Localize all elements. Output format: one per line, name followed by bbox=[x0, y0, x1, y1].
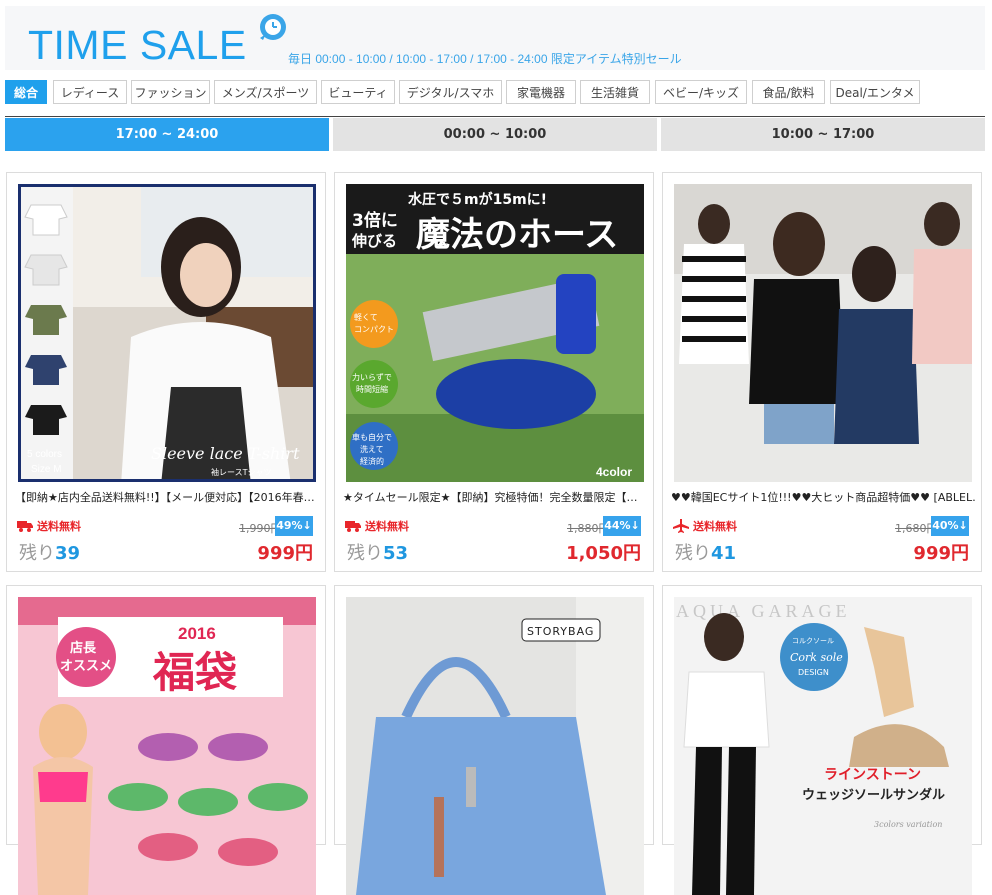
tab-category-digital[interactable]: デジタル/スマホ bbox=[399, 80, 502, 104]
image-badge-cork-en: Cork sole bbox=[790, 651, 843, 664]
remaining-count: 41 bbox=[711, 543, 737, 564]
alarm-clock-icon bbox=[260, 14, 286, 40]
tab-time-00-10[interactable]: 00:00 ~ 10:00 bbox=[333, 118, 657, 151]
product-image[interactable]: AQUA GARAGE コルクソール Cork sole DESIGN ラインス… bbox=[674, 597, 972, 895]
product-name[interactable]: 【即納★店内全品送料無料!!】【メール便対応】【2016年春… bbox=[15, 489, 319, 505]
image-label-colors: 5 colors bbox=[27, 449, 62, 460]
shipping-label: 送料無料 bbox=[365, 520, 409, 533]
tab-category-fashion[interactable]: ファッション bbox=[131, 80, 210, 104]
sale-schedule-text: 毎日 00:00 - 10:00 / 10:00 - 17:00 / 17:00… bbox=[288, 52, 682, 66]
image-badge-cork: コルクソール bbox=[792, 637, 834, 645]
image-text-wedge-sandal: ウェッジソールサンダル bbox=[802, 787, 945, 803]
tab-category-food[interactable]: 食品/飲料 bbox=[752, 80, 825, 104]
product-card[interactable]: 5 colors Size M Sleeve lace T-shirt 袖レース… bbox=[6, 172, 326, 572]
image-text-extend: 伸びる bbox=[351, 232, 397, 250]
remaining-stock: 残り53 bbox=[347, 539, 408, 565]
svg-text:オススメ: オススメ bbox=[60, 659, 112, 674]
tab-category-ladies[interactable]: レディース bbox=[53, 80, 127, 104]
remaining-count: 53 bbox=[383, 543, 409, 564]
product-card[interactable]: 店長 オススメ 2016 福袋 bbox=[6, 585, 326, 895]
shipping-label: 送料無料 bbox=[693, 520, 737, 533]
page-title: TIME SALE bbox=[28, 22, 247, 68]
remaining-stock: 残り39 bbox=[19, 539, 80, 565]
tab-time-10-17[interactable]: 10:00 ~ 17:00 bbox=[661, 118, 985, 151]
image-caption: 袖レースTシャツ bbox=[211, 467, 272, 477]
svg-text:コンパクト: コンパクト bbox=[354, 325, 394, 334]
remaining-label: 残り bbox=[675, 543, 711, 564]
remaining-label: 残り bbox=[19, 543, 55, 564]
tab-category-baby-kids[interactable]: ベビー/キッズ bbox=[655, 80, 747, 104]
badge-economical: 車も自分で bbox=[352, 432, 392, 442]
image-text-variation: 3colors variation bbox=[874, 820, 942, 829]
badge-time-saving: 力いらずで bbox=[352, 372, 392, 382]
time-sale-header: TIME SALE 毎日 00:00 - 10:00 / 10:00 - 17:… bbox=[5, 6, 985, 70]
product-image[interactable]: 店長 オススメ 2016 福袋 bbox=[18, 597, 316, 895]
tab-category-appliances[interactable]: 家電機器 bbox=[506, 80, 576, 104]
image-script-text: Sleeve lace T-shirt bbox=[151, 444, 300, 463]
tab-category-household[interactable]: 生活雑貨 bbox=[580, 80, 650, 104]
discount-badge: 44%↓ bbox=[603, 516, 641, 536]
image-brand: AQUA GARAGE bbox=[676, 601, 851, 621]
discount-value: 49%↓ bbox=[276, 517, 312, 535]
discount-value: 40%↓ bbox=[932, 517, 968, 535]
remaining-count: 39 bbox=[55, 543, 81, 564]
discount-badge: 49%↓ bbox=[275, 516, 313, 536]
image-text-magic-hose: 魔法のホース bbox=[416, 215, 618, 255]
image-tag-manager-pick: 店長 bbox=[70, 640, 97, 656]
sale-price: 1,050円 bbox=[566, 543, 641, 564]
badge-light-compact: 軽くて bbox=[354, 313, 378, 322]
tab-category-deal[interactable]: Deal/エンタメ bbox=[830, 80, 920, 104]
product-image[interactable]: 水圧で５mが15mに! 3倍に 伸びる 魔法のホース 軽くて コンパクト 力いら… bbox=[346, 184, 644, 482]
tab-time-17-24[interactable]: 17:00 ~ 24:00 bbox=[5, 118, 329, 151]
shipping-badge: 送料無料 bbox=[17, 518, 81, 534]
image-color-count: 4color bbox=[596, 465, 632, 479]
image-badge-design: DESIGN bbox=[798, 668, 829, 677]
product-card[interactable]: 水圧で５mが15mに! 3倍に 伸びる 魔法のホース 軽くて コンパクト 力いら… bbox=[334, 172, 654, 572]
image-text-3x: 3倍に bbox=[352, 210, 398, 231]
airplane-icon bbox=[673, 519, 689, 533]
image-year: 2016 bbox=[178, 624, 216, 643]
image-label-size: Size M bbox=[31, 464, 62, 475]
svg-text:洗えて: 洗えて bbox=[360, 444, 384, 454]
remaining-stock: 残り41 bbox=[675, 539, 736, 565]
tab-category-mens-sports[interactable]: メンズ/スポーツ bbox=[214, 80, 317, 104]
product-card[interactable]: ♥♥韓国ECサイト1位!!!♥♥大ヒット商品超特価♥♥ [ABLEL… 送料無料… bbox=[662, 172, 982, 572]
image-lucky-bag-text: 福袋 bbox=[152, 648, 237, 697]
sale-price: 999円 bbox=[257, 543, 313, 564]
product-image[interactable]: 5 colors Size M Sleeve lace T-shirt 袖レース… bbox=[18, 184, 316, 482]
tab-category-beauty[interactable]: ビューティ bbox=[321, 80, 395, 104]
product-card[interactable]: STORYBAG bbox=[334, 585, 654, 895]
product-name[interactable]: ♥♥韓国ECサイト1位!!!♥♥大ヒット商品超特価♥♥ [ABLEL… bbox=[671, 489, 975, 505]
shipping-badge: 送料無料 bbox=[345, 518, 409, 534]
truck-icon bbox=[345, 521, 361, 532]
image-text-rhinestone: ラインストーン bbox=[824, 767, 921, 783]
product-card[interactable]: AQUA GARAGE コルクソール Cork sole DESIGN ラインス… bbox=[662, 585, 982, 895]
sale-price: 999円 bbox=[913, 543, 969, 564]
image-brand-label: STORYBAG bbox=[527, 625, 594, 638]
time-slot-tabs: 17:00 ~ 24:00 00:00 ~ 10:00 10:00 ~ 17:0… bbox=[5, 116, 985, 151]
product-image[interactable] bbox=[674, 184, 972, 482]
shipping-badge: 送料無料 bbox=[673, 518, 737, 534]
product-image[interactable]: STORYBAG bbox=[346, 597, 644, 895]
discount-badge: 40%↓ bbox=[931, 516, 969, 536]
discount-value: 44%↓ bbox=[604, 517, 640, 535]
truck-icon bbox=[17, 521, 33, 532]
shipping-label: 送料無料 bbox=[37, 520, 81, 533]
image-headline: 水圧で５mが15mに! bbox=[408, 191, 547, 208]
remaining-label: 残り bbox=[347, 543, 383, 564]
svg-text:経済的: 経済的 bbox=[360, 456, 384, 466]
svg-text:時間短縮: 時間短縮 bbox=[356, 384, 388, 394]
tab-category-all[interactable]: 総合 bbox=[5, 80, 47, 104]
product-name[interactable]: ★タイムセール限定★【即納】究極特価！完全数量限定【… bbox=[343, 489, 647, 505]
